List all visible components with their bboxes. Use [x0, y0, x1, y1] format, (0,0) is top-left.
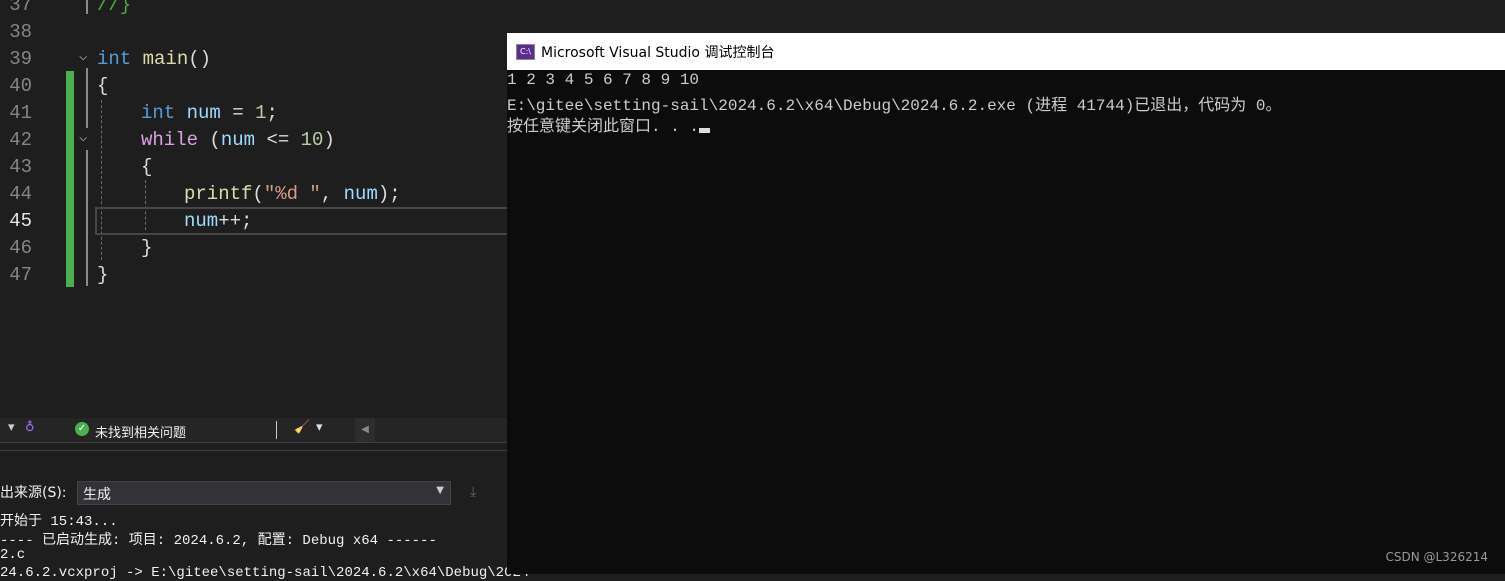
output-source-dropdown[interactable]: 生成 ▼	[77, 481, 451, 505]
debug-console-window[interactable]: C:\ Microsoft Visual Studio 调试控制台 1 2 3 …	[507, 33, 1505, 574]
dropdown-arrow-icon[interactable]: ▾	[316, 420, 323, 435]
fold-chevron-icon[interactable]: ⌵	[79, 129, 87, 146]
line-number: 47	[9, 264, 32, 286]
chevron-down-icon: ▼	[436, 485, 444, 496]
cursor	[699, 128, 711, 133]
current-line-highlight	[95, 207, 507, 235]
console-output-line: 按任意键关闭此窗口. . .	[507, 112, 711, 136]
line-number: 38	[9, 21, 32, 43]
code-line-47: }	[97, 264, 109, 286]
code-editor[interactable]: ⌵ ⌵ 37 38 39 40 41 42 43 44 45 46 47 //}…	[0, 0, 507, 418]
line-number: 37	[9, 0, 32, 16]
console-title: Microsoft Visual Studio 调试控制台	[541, 44, 775, 61]
code-line-40: {	[97, 75, 109, 97]
console-output-line: 1 2 3 4 5 6 7 8 9 10	[507, 71, 700, 89]
scope-guide	[86, 150, 88, 286]
output-line: 2.c	[0, 547, 26, 563]
scope-guide	[86, 0, 88, 14]
code-line-42: while (num <= 10)	[141, 129, 335, 151]
line-number: 42	[9, 129, 32, 151]
editor-status-bar: ▾ ♁ ✓ 未找到相关问题 🧹 ▾ ◀	[0, 418, 507, 443]
check-circle-icon: ✓	[75, 422, 89, 436]
issues-status[interactable]: 未找到相关问题	[95, 422, 186, 441]
code-line-37: //}	[97, 0, 132, 16]
code-line-45: num++;	[184, 210, 253, 232]
line-number: 43	[9, 156, 32, 178]
line-number-current: 45	[9, 210, 32, 232]
scroll-left-icon[interactable]: ◀	[355, 418, 375, 442]
output-line: ---- 已启动生成: 项目: 2024.6.2, 配置: Debug x64 …	[0, 533, 437, 549]
console-app-icon: C:\	[516, 43, 535, 60]
code-line-46: }	[141, 237, 153, 259]
line-number: 39	[9, 48, 32, 70]
fold-chevron-icon[interactable]: ⌵	[79, 48, 87, 65]
code-cleanup-broom-icon[interactable]: 🧹	[294, 420, 310, 435]
divider	[276, 421, 277, 439]
line-number: 46	[9, 237, 32, 259]
line-number: 44	[9, 183, 32, 205]
line-number: 41	[9, 102, 32, 124]
scope-guide	[86, 68, 88, 128]
line-number: 40	[9, 75, 32, 97]
intellicode-icon[interactable]: ♁	[25, 420, 35, 435]
output-line: 24.6.2.vcxproj -> E:\gitee\setting-sail\…	[0, 565, 530, 581]
dropdown-arrow-icon[interactable]: ▾	[8, 420, 15, 435]
indent-guide	[101, 100, 102, 260]
watermark: CSDN @L326214	[1385, 550, 1488, 564]
code-line-39: int main()	[97, 48, 212, 70]
word-wrap-icon[interactable]: ⤓	[470, 484, 476, 500]
code-line-43: {	[141, 156, 153, 178]
change-indicator-bar	[66, 71, 74, 287]
console-title-bar[interactable]: C:\ Microsoft Visual Studio 调试控制台	[507, 33, 1505, 70]
code-line-44: printf("%d ", num);	[184, 183, 401, 205]
output-source-label: 出来源(S):	[0, 485, 67, 501]
code-line-41: int num = 1;	[141, 102, 278, 124]
output-line: 开始于 15:43...	[0, 514, 118, 530]
